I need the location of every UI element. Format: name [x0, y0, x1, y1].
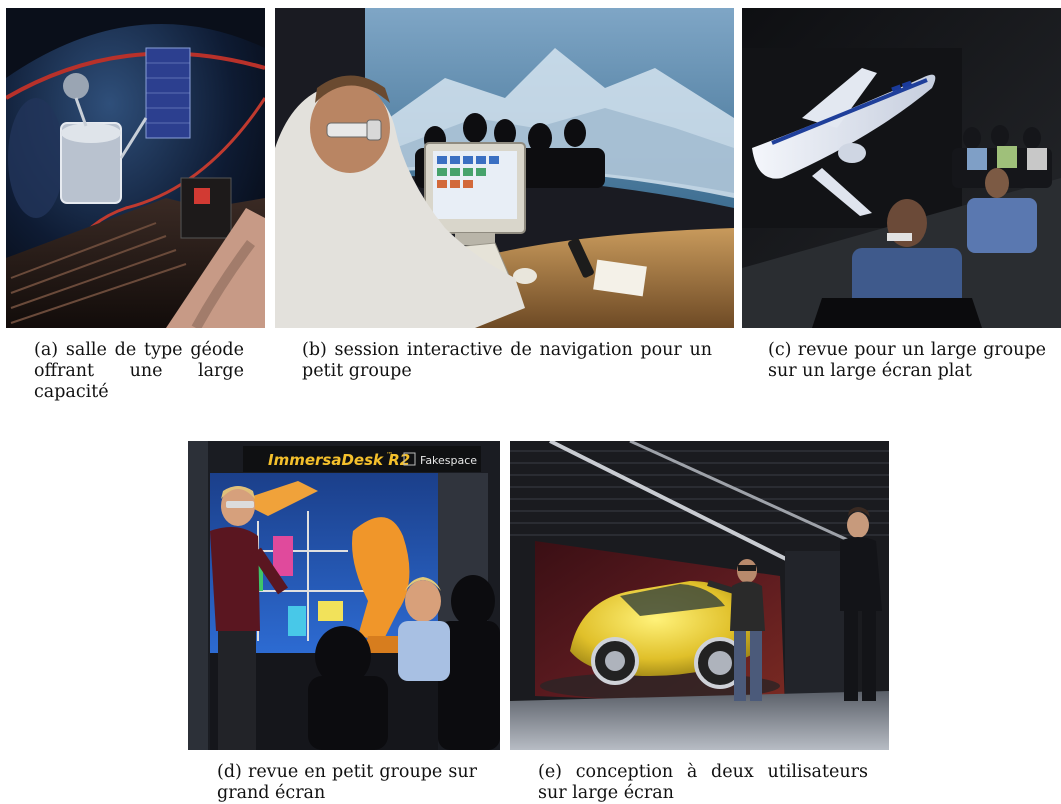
flat-screen-review-illustration: ▬▬ — [742, 8, 1061, 328]
figure-b-caption: (b) session interactive de navigation po… — [302, 340, 712, 381]
two-user-design-illustration — [510, 441, 889, 750]
dome-theater-illustration — [6, 8, 265, 328]
figure-a-caption: (a) salle de type géode offrant une larg… — [34, 340, 244, 402]
figure-b-navigation-session-photo — [275, 8, 734, 328]
immersadesk-illustration: ImmersaDesk R2 ™ Fakespace — [188, 441, 500, 750]
figure-d-caption: (d) revue en petit groupe sur grand écra… — [217, 762, 477, 803]
fakespace-label: Fakespace — [420, 454, 477, 467]
figure-e-two-user-design-photo — [510, 441, 889, 750]
navigation-session-illustration — [275, 8, 734, 328]
figure-c-caption: (c) revue pour un large groupe sur un la… — [768, 340, 1046, 381]
figure-c-flat-screen-review-photo: ▬▬ — [742, 8, 1061, 328]
figure-e-caption: (e) conception à deux utilisateurs sur l… — [538, 762, 868, 803]
immersadesk-trademark-mark: ™ — [386, 451, 393, 459]
figure-d-immersadesk-photo: ImmersaDesk R2 ™ Fakespace — [188, 441, 500, 750]
figure-a-dome-theater-photo — [6, 8, 265, 328]
